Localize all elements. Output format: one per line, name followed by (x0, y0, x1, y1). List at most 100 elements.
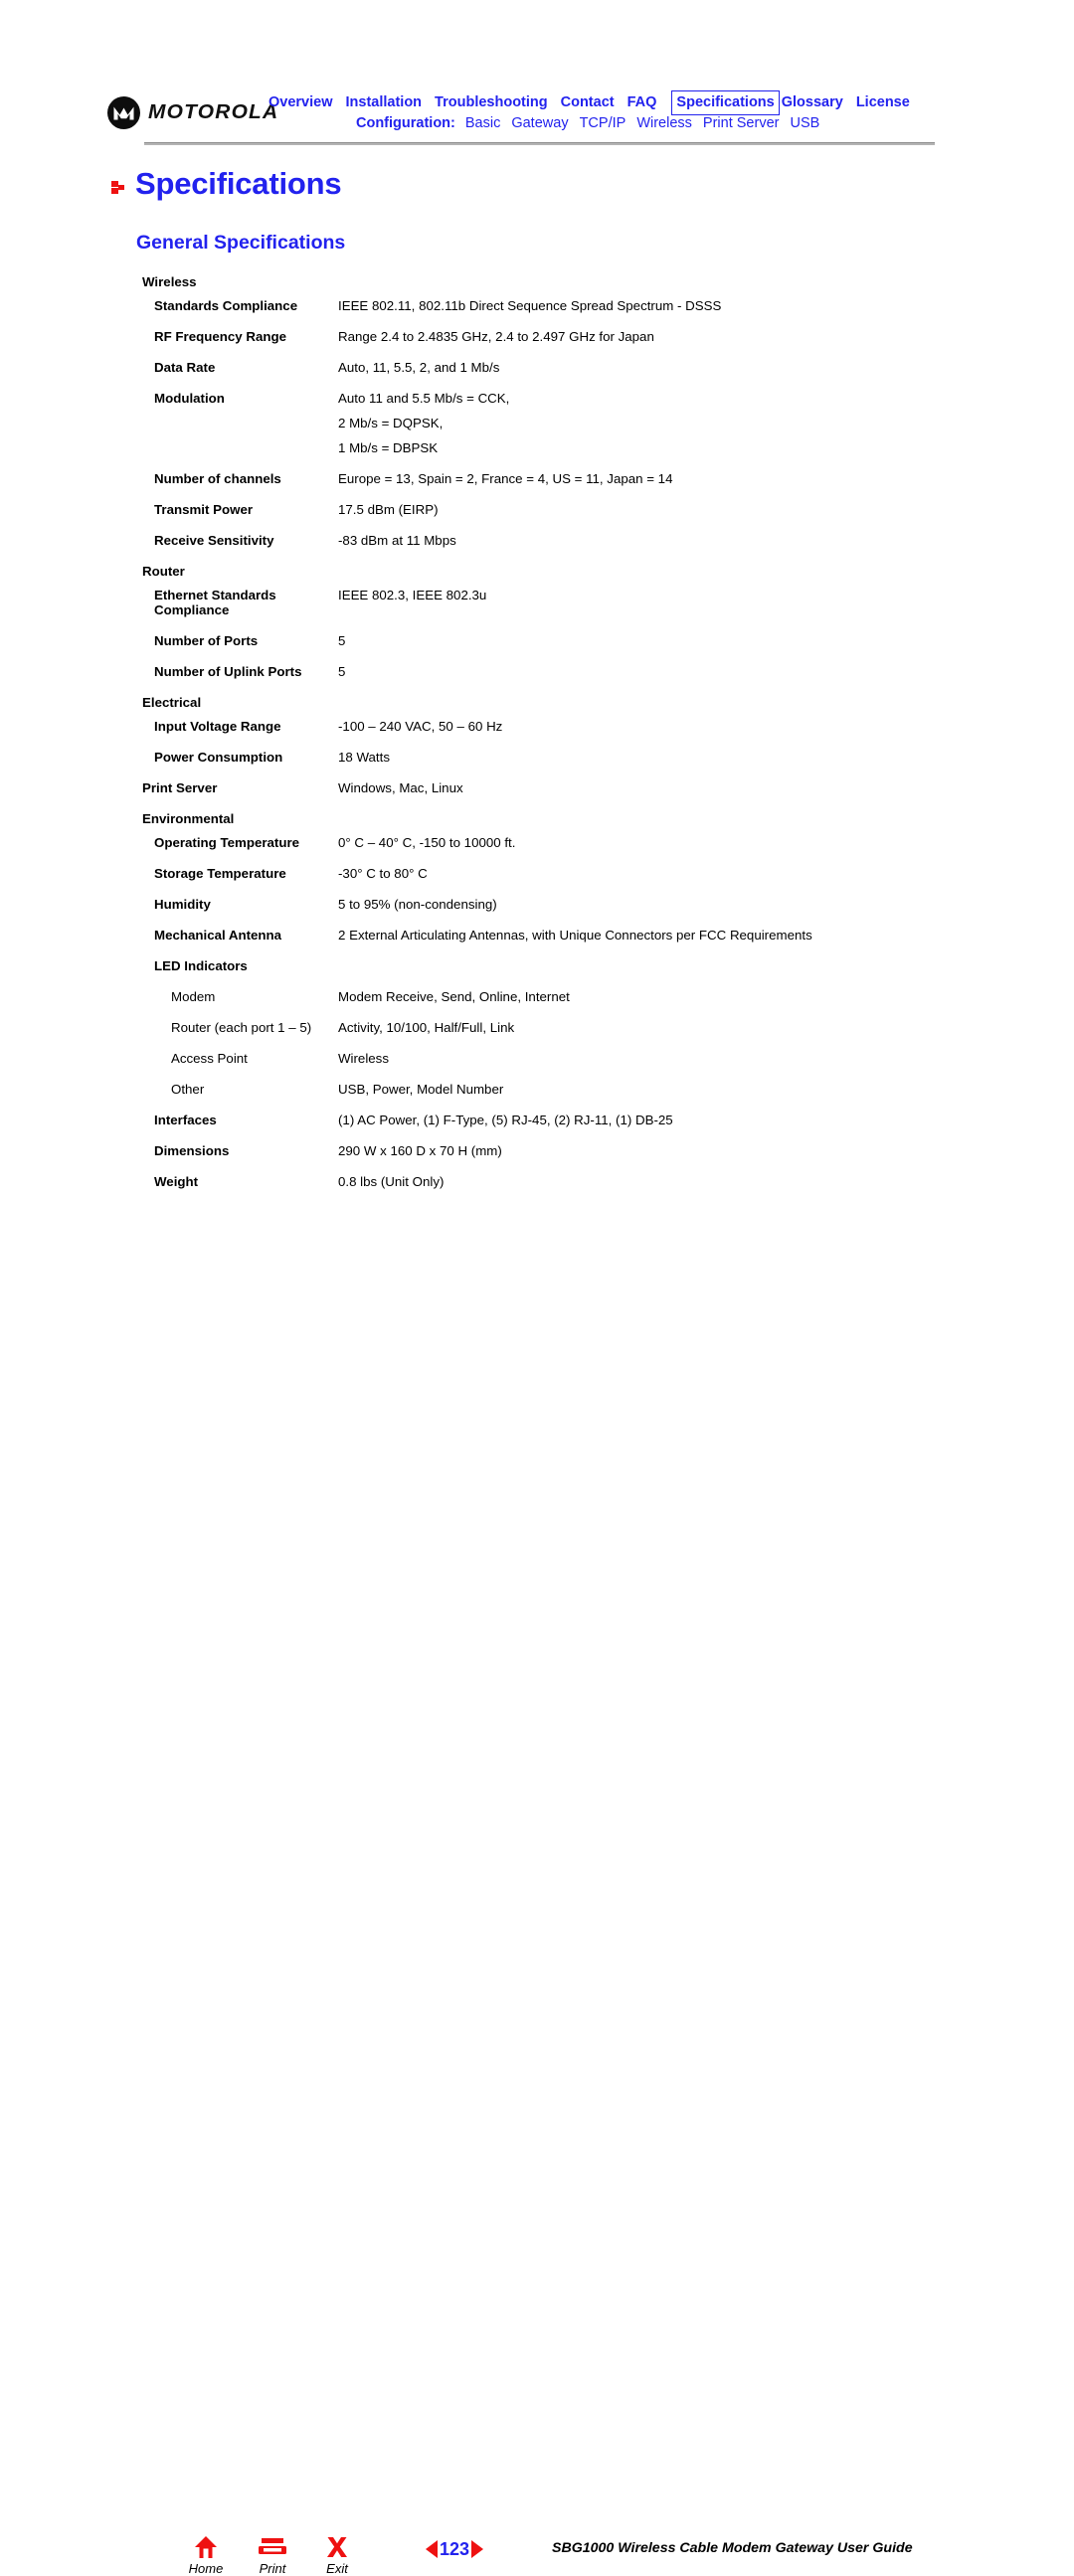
spec-value-cell: Auto, 11, 5.5, 2, and 1 Mb/s (338, 360, 1074, 375)
page-footer: Home Print Exit 123 SBG1000 Wireless Cab… (0, 1265, 1074, 2576)
nav-config-usb[interactable]: USB (790, 112, 819, 134)
nav-config-basic[interactable]: Basic (465, 112, 500, 134)
motorola-m-logo-icon (107, 95, 140, 129)
nav-config-print-server[interactable]: Print Server (703, 112, 780, 134)
motorola-wordmark: MOTOROLA (148, 100, 279, 123)
spec-label: Humidity (154, 897, 211, 912)
spec-row: Modulation Auto 11 and 5.5 Mb/s = CCK, 2 M… (0, 391, 1074, 455)
spec-value-cell: (1) AC Power, (1) F-Type, (5) RJ-45, (2)… (338, 1113, 1074, 1127)
red-arrow-bullet-icon (111, 180, 124, 194)
spec-label: Wireless (142, 274, 197, 289)
spec-value-cell: 17.5 dBm (EIRP) (338, 502, 1074, 517)
nav-item-contact[interactable]: Contact (561, 91, 615, 113)
spec-row: Transmit Power 17.5 dBm (EIRP) (0, 502, 1074, 517)
spec-value-cell: Modem Receive, Send, Online, Internet (338, 989, 1074, 1004)
printer-icon (240, 2535, 305, 2560)
exit-button[interactable]: Exit (304, 2535, 370, 2576)
spec-value: 5 (338, 664, 346, 679)
spec-label: Transmit Power (154, 502, 254, 517)
spec-row: Modem Modem Receive, Send, Online, Intern… (0, 989, 1074, 1004)
spec-row: Dimensions 290 W x 160 D x 70 H (mm) (0, 1143, 1074, 1158)
nav-config-gateway[interactable]: Gateway (511, 112, 568, 134)
spec-value-cell: 0° C – 40° C, -150 to 10000 ft. (338, 835, 1074, 850)
spec-row: Print Server Windows, Mac, Linux (0, 780, 1074, 795)
spec-value-cell: Wireless (338, 1051, 1074, 1066)
spec-value-cell: Range 2.4 to 2.4835 GHz, 2.4 to 2.497 GH… (338, 329, 1074, 344)
nav-config-tcpip[interactable]: TCP/IP (580, 112, 626, 134)
spec-value: Europe = 13, Spain = 2, France = 4, US =… (338, 471, 673, 486)
spec-label: Power Consumption (154, 750, 283, 765)
spec-label: RF Frequency Range (154, 329, 286, 344)
spec-label: Standards Compliance (154, 298, 298, 313)
spec-label: Data Rate (154, 360, 216, 375)
spec-value-cell: Activity, 10/100, Half/Full, Link (338, 1020, 1074, 1035)
spec-label: Number of channels (154, 471, 281, 486)
spec-value: 5 to 95% (non-condensing) (338, 897, 497, 912)
spec-value: 18 Watts (338, 750, 390, 765)
spec-row: RF Frequency Range Range 2.4 to 2.4835 GH… (0, 329, 1074, 344)
nav-primary-row: Overview Installation Troubleshooting Conta… (268, 90, 965, 115)
spec-value: (1) AC Power, (1) F-Type, (5) RJ-45, (2)… (338, 1113, 673, 1127)
spec-label: Router (each port 1 – 5) (171, 1020, 312, 1035)
spec-value: -100 – 240 VAC, 50 – 60 Hz (338, 719, 503, 734)
spec-row: Number of channels Europe = 13, Spain = 2… (0, 471, 1074, 486)
home-button[interactable]: Home (173, 2535, 239, 2576)
print-button[interactable]: Print (240, 2535, 305, 2576)
spec-value-cell: 2 External Articulating Antennas, with U… (338, 928, 1074, 943)
spec-row: Number of Ports 5 (0, 633, 1074, 648)
spec-value-cell: 290 W x 160 D x 70 H (mm) (338, 1143, 1074, 1158)
nav-item-faq[interactable]: FAQ (627, 91, 657, 113)
document-title: SBG1000 Wireless Cable Modem Gateway Use… (552, 2540, 913, 2556)
header-divider (144, 142, 935, 145)
spec-row: Input Voltage Range -100 – 240 VAC, 50 – … (0, 719, 1074, 734)
nav-item-troubleshooting[interactable]: Troubleshooting (435, 91, 548, 113)
print-button-label: Print (259, 2561, 286, 2576)
spec-value: 5 (338, 633, 346, 648)
triangle-right-icon[interactable] (471, 2540, 484, 2558)
spec-label: LED Indicators (154, 958, 248, 973)
spec-row: Router (0, 564, 1074, 579)
spec-label: Storage Temperature (154, 866, 286, 881)
spec-value-cell: -83 dBm at 11 Mbps (338, 533, 1074, 548)
nav-config-wireless[interactable]: Wireless (636, 112, 692, 134)
home-icon (173, 2535, 239, 2560)
spec-value: 290 W x 160 D x 70 H (mm) (338, 1143, 502, 1158)
triangle-left-icon[interactable] (426, 2540, 438, 2558)
spec-value-cell: 5 (338, 633, 1074, 648)
nav-item-overview[interactable]: Overview (268, 91, 333, 113)
spec-label: Access Point (171, 1051, 248, 1066)
page-navigator: 123 (426, 2538, 484, 2560)
spec-value-cell: -30° C to 80° C (338, 866, 1074, 881)
spec-row: Access Point Wireless (0, 1051, 1074, 1066)
spec-row: Interfaces (1) AC Power, (1) F-Type, (5) … (0, 1113, 1074, 1127)
spec-value: Range 2.4 to 2.4835 GHz, 2.4 to 2.497 GH… (338, 329, 654, 344)
spec-row: Router (each port 1 – 5) Activity, 10/100… (0, 1020, 1074, 1035)
home-button-label: Home (188, 2561, 224, 2576)
spec-label: Operating Temperature (154, 835, 300, 850)
nav-item-installation[interactable]: Installation (346, 91, 423, 113)
spec-value-cell: 5 (338, 664, 1074, 679)
spec-label: Modulation (154, 391, 225, 406)
spec-label: Environmental (142, 811, 235, 826)
nav-item-glossary[interactable]: Glossary (782, 91, 843, 113)
exit-x-icon (304, 2535, 370, 2560)
spec-label: Input Voltage Range (154, 719, 281, 734)
spec-row: Number of Uplink Ports 5 (0, 664, 1074, 679)
spec-value: 0° C – 40° C, -150 to 10000 ft. (338, 835, 516, 850)
spec-value: Windows, Mac, Linux (338, 780, 463, 795)
page-header: MOTOROLA Overview Installation Troubleshoo… (0, 0, 1074, 151)
spec-value-cell: 5 to 95% (non-condensing) (338, 897, 1074, 912)
spec-row: Electrical (0, 695, 1074, 710)
spec-row: Environmental (0, 811, 1074, 826)
spec-label: Weight (154, 1174, 199, 1189)
spec-row: Wireless (0, 274, 1074, 289)
spec-value: 17.5 dBm (EIRP) (338, 502, 439, 517)
header-navigation: Overview Installation Troubleshooting Conta… (268, 90, 965, 134)
spec-value-cell: Auto 11 and 5.5 Mb/s = CCK, 2 Mb/s = DQPS… (338, 391, 1074, 455)
nav-item-license[interactable]: License (856, 91, 910, 113)
spec-value-cell: 0.8 lbs (Unit Only) (338, 1174, 1074, 1189)
spec-value-cell: IEEE 802.11, 802.11b Direct Sequence Spr… (338, 298, 1074, 313)
page-title: Specifications (135, 166, 342, 201)
spec-value-cell: Windows, Mac, Linux (338, 780, 1074, 795)
spec-value: -83 dBm at 11 Mbps (338, 533, 456, 548)
